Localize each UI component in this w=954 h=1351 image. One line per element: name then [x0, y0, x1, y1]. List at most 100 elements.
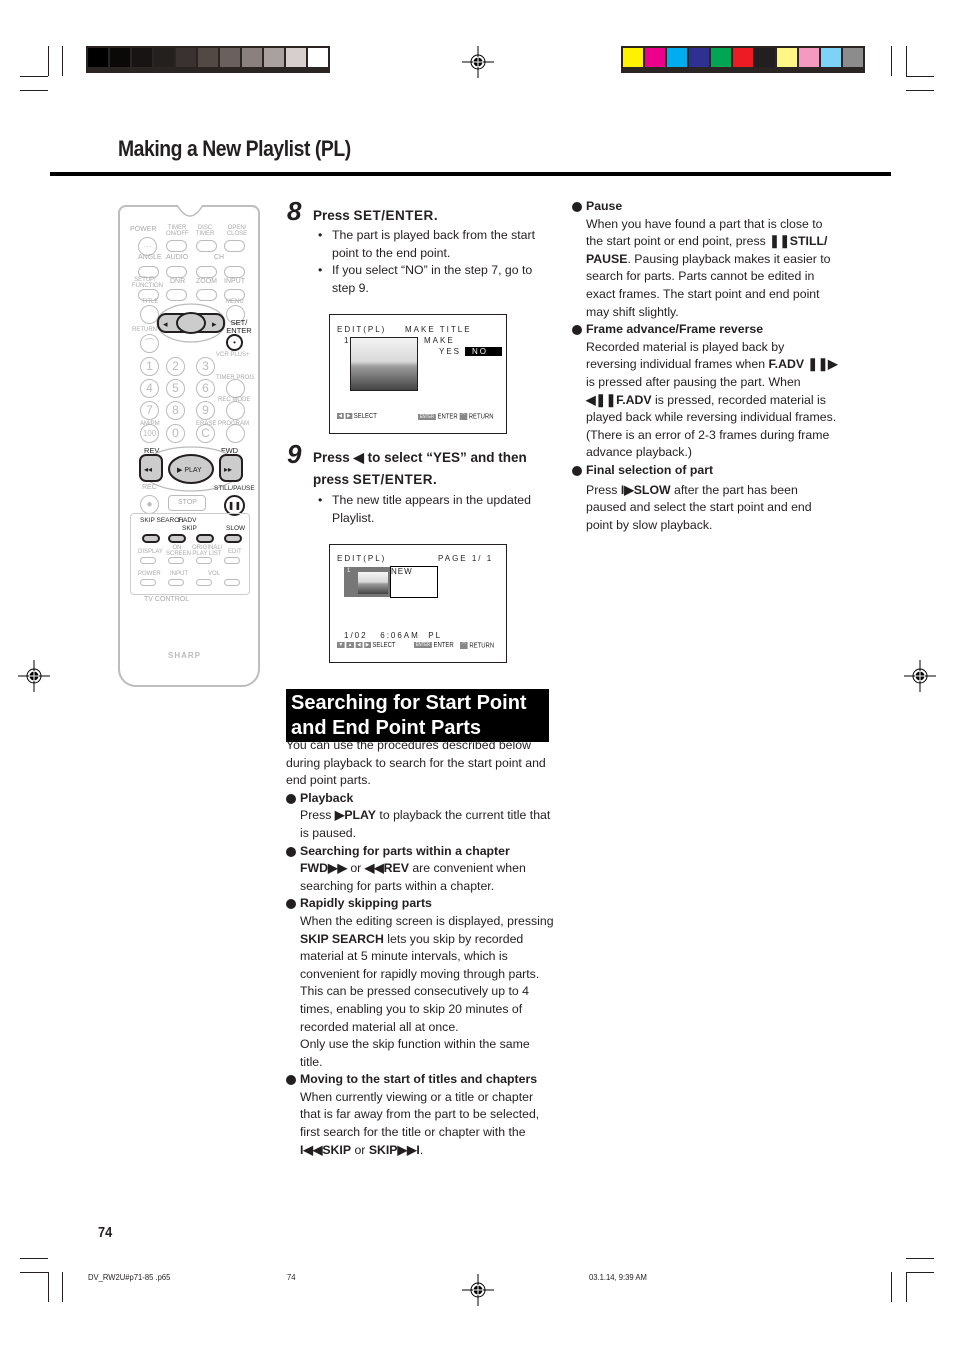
skip-forward-button [196, 534, 214, 543]
vol-up-button [224, 579, 240, 586]
sharp-logo: SHARP [168, 651, 202, 660]
osd-yes-option: YES [439, 347, 462, 356]
remote-control-illustration: POWER TIMER ON/OFF DISC TIMER OPEN/ CLOS… [118, 205, 260, 687]
osd-make-title-screen: EDIT(PL) MAKE TITLE 1 MAKE YES NO ◀ ▶ SELE… [329, 314, 507, 434]
crop-mark [20, 1272, 48, 1273]
step-9-bullet: The new title appears in the updated Pla… [318, 492, 550, 527]
text: . [419, 1142, 424, 1157]
step-9-heading: Press ◀ to select “YES” and then press S… [313, 447, 553, 491]
svg-text:◂: ◂ [163, 319, 168, 329]
ch-down-button [196, 266, 217, 278]
osd-make: MAKE [424, 336, 455, 345]
remote-label-display: DISPLAY [138, 549, 163, 555]
step-9-heading-bold: SET/ENTER [352, 472, 434, 487]
crop-mark [891, 46, 892, 76]
crop-mark [906, 1272, 907, 1302]
color-swatch [821, 48, 841, 67]
osd-return-hint: ⌒ RETURN [460, 642, 494, 649]
text: or [346, 861, 365, 876]
osd-new-label: NEW [391, 567, 413, 576]
osd-edit-pl: EDIT(PL) [337, 554, 387, 563]
item-body-playback: Press ▶PLAY to playback the current titl… [286, 807, 554, 842]
item-heading-frame: Frame advance/Frame reverse [572, 321, 838, 339]
text: Recorded material is played back by reve… [586, 339, 785, 372]
crop-mark [20, 90, 48, 91]
down-arrow-key-icon: ▼ [337, 642, 345, 649]
grayscale-swatch [242, 48, 262, 67]
color-swatch [843, 48, 863, 67]
digit-button: 2 [166, 357, 185, 376]
crop-mark [906, 90, 934, 91]
text: When the editing screen is displayed, pr… [300, 913, 554, 928]
text: Press [586, 482, 621, 497]
step-9-heading-suffix: . [433, 472, 437, 487]
return-key-icon: ⌒ [460, 642, 468, 649]
registration-mark-icon [462, 46, 494, 78]
play-key-label: ▶PLAY [334, 808, 376, 823]
tv-input-button [168, 579, 184, 586]
slow-button [224, 534, 242, 543]
remote-label-am-pm: AM/PM [140, 421, 160, 427]
osd-return-label: RETURN [469, 642, 495, 650]
svg-text:▶ PLAY: ▶ PLAY [177, 467, 202, 474]
digit-button: 8 [166, 401, 185, 420]
right-column: Pause When you have found a part that is… [572, 198, 838, 534]
grayscale-swatch [110, 48, 130, 67]
item-body-final: Press I▶SLOW after the part has been pau… [572, 482, 838, 535]
slow-key-label: I▶SLOW [620, 482, 671, 497]
remote-label-input: INPUT [224, 278, 245, 285]
grayscale-swatch [132, 48, 152, 67]
remote-label-tv-input: INPUT [170, 571, 188, 577]
text: or [351, 1142, 369, 1157]
osd-return-label: RETURN [468, 413, 494, 421]
edit-button [224, 557, 240, 564]
remote-label-set-enter: SET/ ENTER [226, 318, 252, 335]
up-arrow-key-icon: ▲ [346, 642, 354, 649]
digit-button: 3 [196, 357, 215, 376]
remote-label-tv-control: TV CONTROL [144, 596, 190, 603]
osd-enter-hint: ENTER ENTER [414, 642, 454, 649]
step-9-bullets: The new title appears in the updated Pla… [318, 492, 550, 527]
rev-key-label: ◀◀REV [364, 861, 409, 876]
step-8-heading-bold: SET/ENTER [353, 208, 434, 223]
disc-timer-button [196, 240, 217, 252]
remote-label-skip: SKIP [182, 525, 197, 532]
dnr-button [166, 289, 187, 301]
function-button [226, 401, 245, 420]
text: is pressed after pausing the part. When [586, 374, 801, 389]
display-button [140, 557, 156, 564]
return-key-icon: ⌒ [459, 413, 468, 420]
osd-playlist-screen: EDIT(PL) PAGE 1/ 1 1 NEW 1/02 6:06AM PL … [329, 544, 507, 663]
osd-edit-pl: EDIT(PL) [337, 325, 387, 334]
grayscale-swatch [88, 48, 108, 67]
crop-mark [48, 1272, 49, 1302]
crop-mark [62, 1272, 63, 1302]
digit-button: 6 [196, 379, 215, 398]
crop-mark [891, 1272, 892, 1302]
on-screen-button [168, 557, 184, 564]
grayscale-calibration-bar [86, 46, 330, 73]
step-8-bullets: The part is played back from the start p… [318, 227, 550, 297]
crop-mark [20, 76, 48, 77]
osd-select-label: SELECT [372, 642, 396, 649]
grayscale-swatch [176, 48, 196, 67]
remote-label-setup: SETUP/ FUNCTION [132, 277, 163, 289]
audio-button [166, 266, 187, 278]
page-number: 74 [98, 1224, 113, 1241]
item-body-frame: Recorded material is played back by reve… [572, 339, 838, 462]
fwd-key-label: FWD▶▶ [300, 861, 347, 876]
osd-new-title-box: NEW [390, 566, 438, 598]
crop-mark [62, 46, 63, 76]
footer-file: DV_RW2U#p71-85 .p65 [88, 1272, 171, 1282]
remote-label-erase: ERASE [196, 421, 217, 427]
svg-text:▸: ▸ [212, 319, 217, 329]
enter-key-icon: ENTER [418, 413, 436, 420]
remote-label-on-screen: ON SCREEN [166, 545, 192, 557]
remote-label-tv-power: POWER [138, 571, 161, 577]
left-arrow-key-icon: ◀ [337, 413, 344, 420]
enter-key-icon: ENTER [414, 642, 432, 649]
registration-mark-icon [904, 660, 936, 692]
color-swatch [667, 48, 687, 67]
right-arrow-key-icon: ▶ [364, 642, 371, 649]
footer-page: 74 [287, 1272, 296, 1282]
